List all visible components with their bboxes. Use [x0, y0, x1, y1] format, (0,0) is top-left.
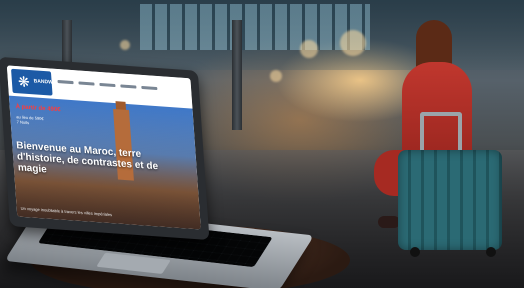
- bokeh-light: [270, 70, 282, 82]
- site-logo[interactable]: ❋ BANDWAGON: [11, 68, 68, 96]
- nav-item[interactable]: [78, 81, 95, 86]
- pillar: [232, 20, 242, 130]
- hero-caption: Un voyage inoubliable à travers les vill…: [20, 205, 113, 218]
- laptop-screen: ❋ BANDWAGON À partir de 490€ au lieu de …: [6, 65, 201, 230]
- promo-sub: au lieu de 590€ 7 Nuits: [16, 114, 44, 126]
- bokeh-light: [120, 40, 130, 50]
- logo-icon: ❋: [17, 73, 31, 91]
- suitcase: [398, 150, 502, 250]
- hero-banner: À partir de 490€ au lieu de 590€ 7 Nuits…: [8, 95, 201, 230]
- terminal-windows: [140, 4, 370, 50]
- hero-headline: Bienvenue au Maroc, terre d'histoire, de…: [15, 140, 159, 176]
- promo-title: À partir de 490€: [15, 104, 61, 114]
- nav-item[interactable]: [141, 85, 158, 91]
- site-nav: [57, 79, 187, 92]
- bokeh-light: [300, 40, 318, 58]
- suitcase-wheel: [410, 247, 420, 257]
- nav-item[interactable]: [120, 84, 137, 89]
- airport-scene: ❋ BANDWAGON À partir de 490€ au lieu de …: [0, 0, 524, 288]
- nav-item[interactable]: [99, 82, 116, 88]
- traveller-shoe: [378, 216, 400, 228]
- bokeh-light: [340, 30, 366, 56]
- laptop-lid: ❋ BANDWAGON À partir de 490€ au lieu de …: [0, 56, 210, 241]
- suitcase-wheel: [486, 247, 496, 257]
